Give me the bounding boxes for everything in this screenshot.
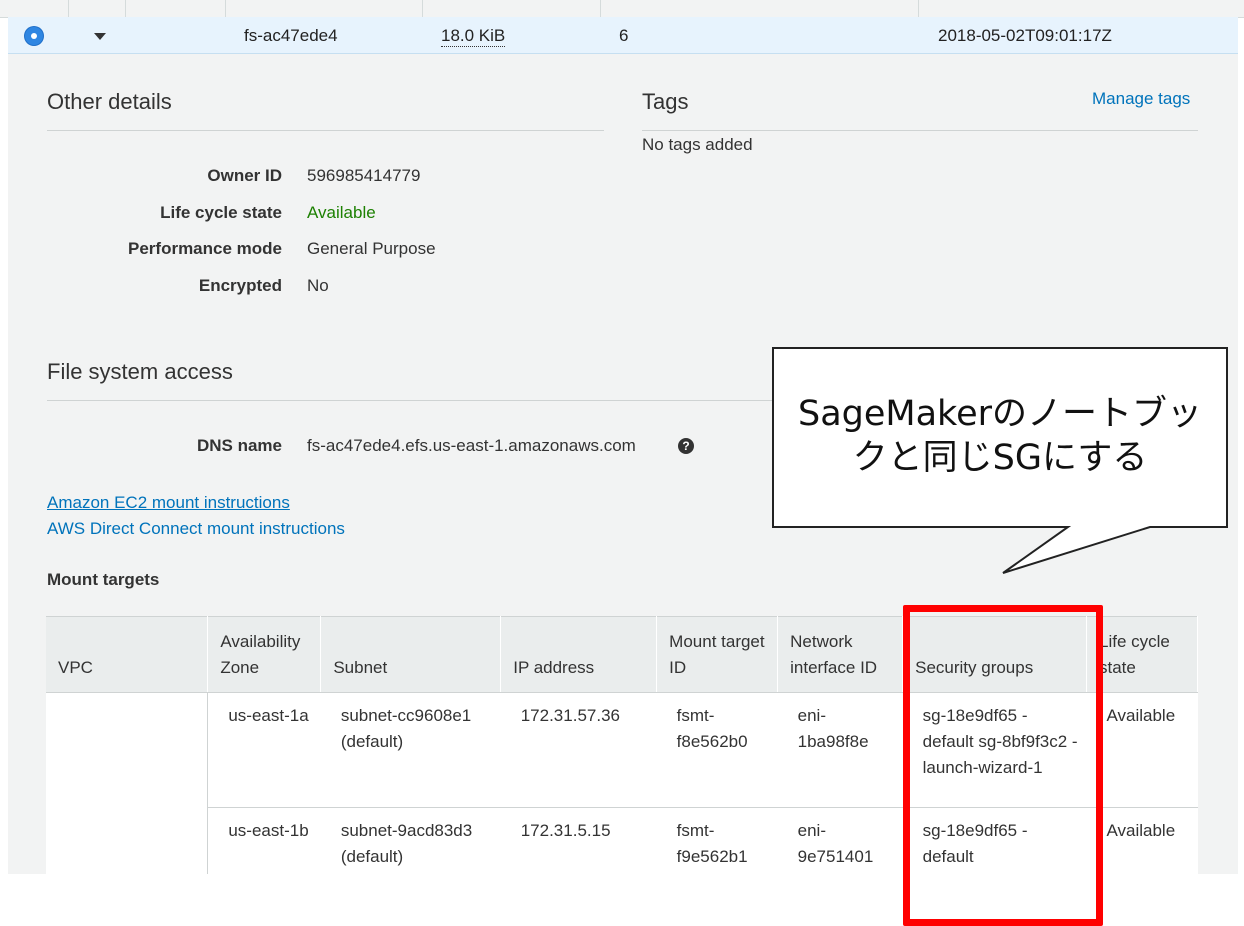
- cell-eni: eni-1ba98f8e: [777, 692, 903, 808]
- owner-id-label: Owner ID: [207, 166, 282, 185]
- expand-caret-icon[interactable]: [94, 33, 106, 40]
- metered-size[interactable]: 18.0 KiB: [441, 26, 506, 47]
- cell-ip: 172.31.57.36: [500, 692, 657, 808]
- other-details-title: Other details: [47, 89, 172, 114]
- col-subnet[interactable]: Subnet: [320, 616, 502, 693]
- row-select-radio[interactable]: [25, 27, 43, 45]
- performance-mode-value: General Purpose: [307, 239, 436, 258]
- divider: [47, 130, 604, 131]
- manage-tags-link[interactable]: Manage tags: [1092, 89, 1190, 109]
- file-system-access-title: File system access: [47, 359, 233, 384]
- col-mount-target-id[interactable]: Mount target ID: [656, 616, 779, 693]
- mount-targets-title: Mount targets: [47, 570, 160, 589]
- cell-az: us-east-1b: [207, 807, 321, 878]
- col-availability-zone[interactable]: Availability Zone: [207, 616, 322, 693]
- dns-name-value: fs-ac47ede4.efs.us-east-1.amazonaws.com: [307, 436, 636, 455]
- divider: [642, 130, 1198, 131]
- cell-subnet: subnet-cc9608e1 (default): [320, 692, 501, 808]
- divider: [47, 400, 787, 401]
- cell-subnet: subnet-9acd83d3 (default): [340, 821, 473, 866]
- question-circle-icon[interactable]: ?: [678, 438, 694, 454]
- performance-mode-label: Performance mode: [128, 239, 282, 258]
- callout-line-1: SageMakerのノートブッ: [797, 394, 1202, 434]
- column-separator: [125, 0, 126, 17]
- security-groups-highlight-box: [903, 605, 1103, 926]
- col-life-cycle-state[interactable]: Life cycle state: [1086, 616, 1199, 693]
- cell-state: Available: [1086, 692, 1198, 808]
- no-tags-text: No tags added: [642, 135, 753, 154]
- table-header-strip: [0, 0, 1244, 18]
- col-vpc[interactable]: VPC: [46, 616, 209, 693]
- file-system-id: fs-ac47ede4: [244, 26, 338, 45]
- col-ip-address[interactable]: IP address: [500, 616, 658, 693]
- cell-ip: 172.31.5.15: [520, 821, 611, 840]
- tags-title: Tags: [642, 89, 689, 114]
- callout-line-2: クと同じSGにする: [852, 438, 1148, 478]
- column-separator: [225, 0, 226, 17]
- encrypted-label: Encrypted: [198, 276, 282, 295]
- mount-target-count: 6: [619, 26, 629, 45]
- cell-mount-target-id: fsmt-f9e562b1: [676, 821, 748, 866]
- life-cycle-value: Available: [307, 203, 376, 222]
- cell-az: us-east-1a: [207, 692, 321, 808]
- cell-mount-target-id: fsmt-f8e562b0: [656, 692, 778, 808]
- column-separator: [422, 0, 423, 17]
- file-system-row[interactable]: fs-ac47ede4 18.0 KiB 6 2018-05-02T09:01:…: [8, 17, 1238, 54]
- dns-name-label: DNS name: [196, 436, 282, 455]
- column-separator: [918, 0, 919, 17]
- direct-connect-mount-instructions-link[interactable]: AWS Direct Connect mount instructions: [47, 519, 345, 539]
- col-network-interface-id[interactable]: Network interface ID: [777, 616, 904, 693]
- column-separator: [600, 0, 601, 17]
- cell-eni: eni-9e751401: [797, 821, 874, 866]
- ec2-mount-instructions-link[interactable]: Amazon EC2 mount instructions: [47, 493, 290, 513]
- column-separator: [68, 0, 69, 17]
- cell-state: Available: [1106, 821, 1176, 840]
- life-cycle-label: Life cycle state: [160, 203, 282, 222]
- callout-text: SageMakerのノートブッ クと同じSGにする: [775, 392, 1225, 480]
- cell-vpc: [46, 693, 208, 879]
- owner-id-value: 596985414779: [307, 166, 421, 185]
- creation-time: 2018-05-02T09:01:17Z: [938, 26, 1112, 45]
- encrypted-value: No: [307, 276, 329, 295]
